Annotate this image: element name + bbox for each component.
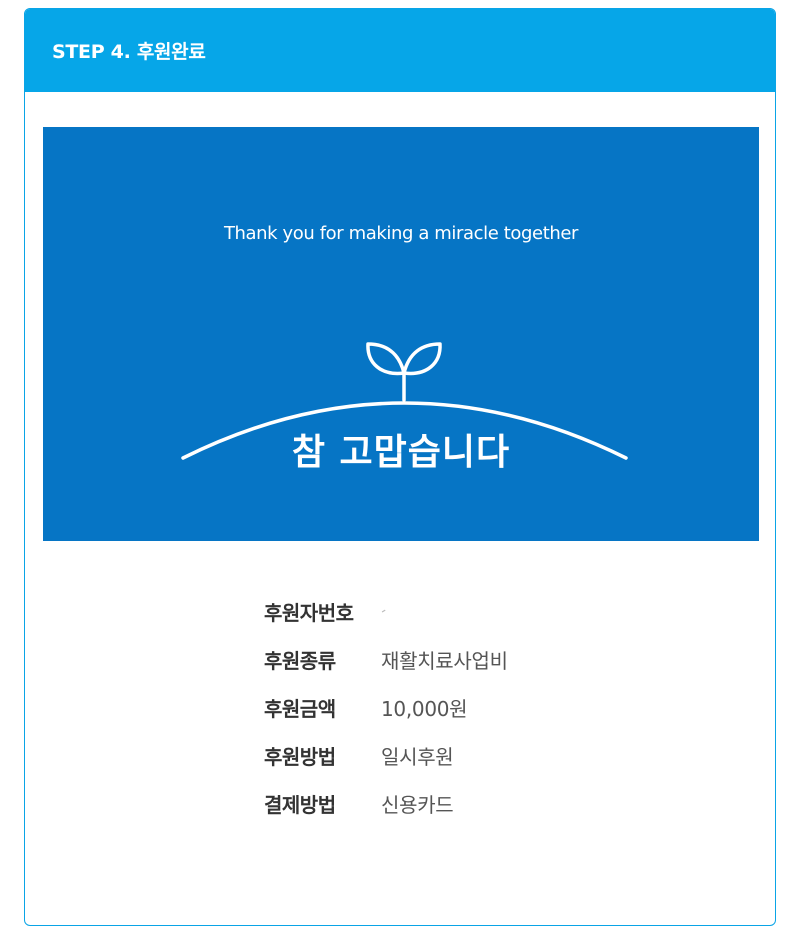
detail-label: 후원금액	[264, 696, 336, 721]
detail-label: 후원자번호	[264, 600, 354, 625]
detail-label: 후원종류	[264, 648, 336, 673]
banner-headline: 참 고맙습니다	[291, 432, 511, 473]
card-header: STEP 4. 후원완료	[25, 9, 775, 92]
sprout-icon	[366, 342, 442, 402]
detail-row-donor-number: 후원자번호 -	[264, 587, 624, 635]
detail-row-donation-type: 후원종류 재활치료사업비	[264, 635, 624, 683]
detail-row-donation-amount: 후원금액 10,000원	[264, 683, 624, 731]
donation-details: 후원자번호 - 후원종류 재활치료사업비 후원금액 10,000원 후원방법 일…	[264, 587, 624, 827]
detail-row-donation-method: 후원방법 일시후원	[264, 731, 624, 779]
step-title: STEP 4. 후원완료	[52, 41, 206, 63]
detail-value: 신용카드	[381, 792, 454, 817]
detail-value: 10,000원	[381, 696, 468, 721]
detail-row-payment-method: 결제방법 신용카드	[264, 779, 624, 827]
detail-value: 일시후원	[381, 744, 454, 769]
detail-value: 재활치료사업비	[381, 648, 508, 673]
detail-label: 결제방법	[264, 792, 336, 817]
detail-label: 후원방법	[264, 744, 336, 769]
banner-illustration	[181, 342, 628, 460]
donation-complete-card: STEP 4. 후원완료 Thank you for making a mira…	[24, 8, 776, 926]
thank-you-banner: Thank you for making a miracle together …	[43, 127, 759, 541]
